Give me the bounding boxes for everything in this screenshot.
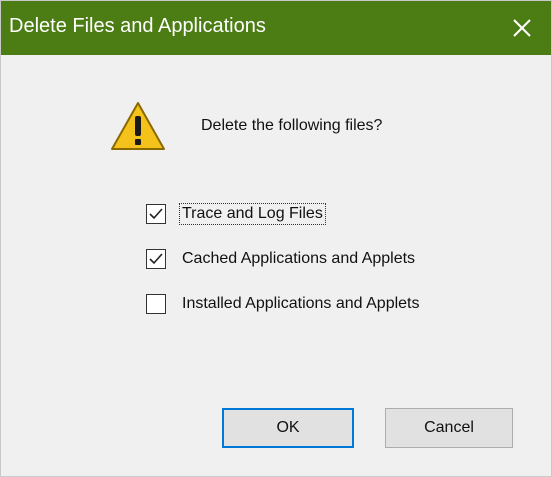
checkmark-icon bbox=[149, 208, 163, 220]
installed-applications-checkbox[interactable] bbox=[146, 294, 166, 314]
trace-log-checkbox[interactable] bbox=[146, 204, 166, 224]
installed-applications-label: Installed Applications and Applets bbox=[182, 295, 420, 312]
checkmark-icon bbox=[149, 253, 163, 265]
title-bar: Delete Files and Applications bbox=[1, 1, 551, 55]
close-icon bbox=[513, 19, 531, 37]
option-cached-applications[interactable]: Cached Applications and Applets bbox=[146, 246, 417, 272]
cached-applications-checkbox[interactable] bbox=[146, 249, 166, 269]
cancel-button[interactable]: Cancel bbox=[385, 408, 513, 448]
cached-applications-label: Cached Applications and Applets bbox=[182, 250, 416, 267]
warning-icon bbox=[111, 102, 165, 150]
delete-files-dialog: Delete Files and Applications Delete the… bbox=[0, 0, 552, 477]
window-title: Delete Files and Applications bbox=[9, 15, 266, 37]
option-installed-applications[interactable]: Installed Applications and Applets bbox=[146, 291, 422, 317]
ok-button[interactable]: OK bbox=[222, 408, 354, 448]
close-button[interactable] bbox=[493, 1, 551, 55]
trace-log-label: Trace and Log Files bbox=[179, 203, 326, 225]
option-trace-log-files[interactable]: Trace and Log Files bbox=[146, 201, 326, 227]
dialog-message: Delete the following files? bbox=[201, 117, 383, 134]
